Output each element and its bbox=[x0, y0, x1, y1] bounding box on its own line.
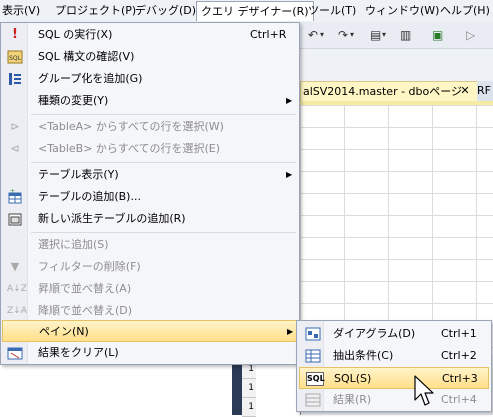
bookmark-icon[interactable]: ▥ bbox=[400, 27, 411, 43]
menu-bar: 表示(V) プロジェクト(P) デバッグ(D) クエリ デザイナー(R) ツール… bbox=[0, 0, 493, 23]
menu-item-sort-descending[interactable]: Z↓A 降順で並べ替え(D) bbox=[2, 300, 298, 322]
sql-check-icon: SQL bbox=[7, 49, 23, 65]
group-by-icon bbox=[7, 71, 23, 87]
navigate-icon[interactable]: ▤ bbox=[370, 27, 381, 43]
menu-item-sort-ascending[interactable]: A↓Z 昇順で並べ替え(A) bbox=[2, 278, 298, 300]
menu-separator bbox=[31, 232, 296, 233]
menu-item-select-all-table-b[interactable]: ⊲ <TableB> からすべての行を選択(E) bbox=[2, 138, 298, 160]
svg-text:+: + bbox=[10, 189, 15, 195]
submenu-arrow-icon: ▶ bbox=[286, 96, 293, 105]
close-icon[interactable]: ✕ bbox=[458, 81, 472, 101]
join-right-icon: ⊲ bbox=[10, 142, 20, 155]
document-tab-title: alSV2014.master - dboページ bbox=[303, 85, 463, 98]
sort-ascending-icon: A↓Z bbox=[7, 284, 27, 294]
navigate-dropdown-icon[interactable]: ▾ bbox=[382, 27, 386, 43]
menu-item-add-derived-table[interactable]: 新しい派生テーブルの追加(R) bbox=[2, 208, 298, 230]
join-left-icon: ⊳ bbox=[10, 120, 20, 133]
derived-table-icon bbox=[7, 211, 23, 227]
submenu-item-sql[interactable]: SQL SQL(S) Ctrl+3 bbox=[299, 367, 489, 389]
menu-separator bbox=[31, 162, 296, 163]
undo-dropdown-icon[interactable]: ▾ bbox=[320, 27, 324, 43]
menu-item-add-table[interactable]: + テーブルの追加(B)... bbox=[2, 186, 298, 208]
submenu-arrow-icon: ▶ bbox=[286, 170, 293, 179]
menu-item-execute-sql[interactable]: ! SQL の実行(X) Ctrl+R bbox=[2, 24, 298, 46]
menu-tools[interactable]: ツール(T) bbox=[308, 4, 356, 18]
submenu-item-criteria[interactable]: 抽出条件(C) Ctrl+2 bbox=[299, 345, 489, 367]
submenu-item-results[interactable]: 結果(R) Ctrl+4 bbox=[299, 389, 489, 411]
sql-icon: SQL bbox=[306, 372, 325, 386]
exclamation-icon: ! bbox=[12, 27, 18, 42]
menu-item-verify-sql[interactable]: SQL SQL 構文の確認(V) bbox=[2, 46, 298, 68]
diagram-icon bbox=[305, 326, 321, 342]
document-tab-next[interactable]: RF bbox=[477, 81, 493, 101]
menu-item-select-all-table-a[interactable]: ⊳ <TableA> からすべての行を選択(W) bbox=[2, 116, 298, 138]
start-icon[interactable]: ▷ bbox=[466, 27, 475, 43]
results-icon bbox=[305, 392, 321, 408]
submenu-arrow-icon: ▶ bbox=[287, 327, 294, 336]
query-designer-menu: ! SQL の実行(X) Ctrl+R SQL SQL 構文の確認(V) グルー… bbox=[0, 22, 300, 365]
clear-results-icon bbox=[7, 345, 23, 361]
menu-separator bbox=[31, 114, 296, 115]
row-number: 1 bbox=[242, 398, 256, 417]
menu-item-clear-results[interactable]: 結果をクリア(L) bbox=[2, 342, 298, 364]
pane-submenu: ダイアグラム(D) Ctrl+1 抽出条件(C) Ctrl+2 SQL SQL(… bbox=[296, 320, 492, 412]
row-numbers: 1 1 1 bbox=[242, 360, 256, 417]
row-number: 1 bbox=[242, 379, 256, 398]
menu-debug[interactable]: デバッグ(D) bbox=[135, 4, 196, 18]
redo-dropdown-icon[interactable]: ▾ bbox=[350, 27, 354, 43]
mouse-cursor-icon bbox=[414, 375, 434, 406]
menu-project[interactable]: プロジェクト(P) bbox=[55, 4, 136, 18]
criteria-icon bbox=[305, 348, 321, 364]
document-tab[interactable]: alSV2014.master - dboページ bbox=[300, 81, 478, 102]
menu-item-change-type[interactable]: 種類の変更(Y) ▶ bbox=[2, 90, 298, 112]
menu-item-add-group-by[interactable]: グループ化を追加(G) bbox=[2, 68, 298, 90]
menu-help[interactable]: ヘルプ(H) bbox=[440, 4, 490, 18]
svg-text:SQL: SQL bbox=[9, 55, 22, 62]
menu-item-remove-filter[interactable]: ▼ フィルターの削除(F) bbox=[2, 256, 298, 278]
add-table-icon: + bbox=[7, 188, 23, 205]
image-icon[interactable]: ▣ bbox=[432, 27, 443, 43]
redo-icon[interactable]: ↷ bbox=[338, 27, 348, 43]
menu-item-table-view[interactable]: テーブル表示(Y) ▶ bbox=[2, 164, 298, 186]
sort-descending-icon: Z↓A bbox=[7, 306, 27, 316]
menu-view[interactable]: 表示(V) bbox=[2, 4, 40, 18]
toolbar: ↶ ▾ ↷ ▾ ▤ ▾ ▥ ▣ ▷ bbox=[300, 22, 493, 49]
undo-icon[interactable]: ↶ bbox=[308, 27, 318, 43]
filter-icon: ▼ bbox=[10, 260, 20, 273]
menu-query-designer[interactable]: クエリ デザイナー(R) bbox=[196, 1, 314, 21]
submenu-item-diagram[interactable]: ダイアグラム(D) Ctrl+1 bbox=[299, 323, 489, 345]
menu-item-add-to-select[interactable]: 選択に追加(S) bbox=[2, 234, 298, 256]
menu-window[interactable]: ウィンドウ(W) bbox=[365, 4, 439, 18]
diagram-grid bbox=[300, 105, 493, 355]
menu-item-pane[interactable]: ペイン(N) ▶ bbox=[2, 320, 298, 342]
